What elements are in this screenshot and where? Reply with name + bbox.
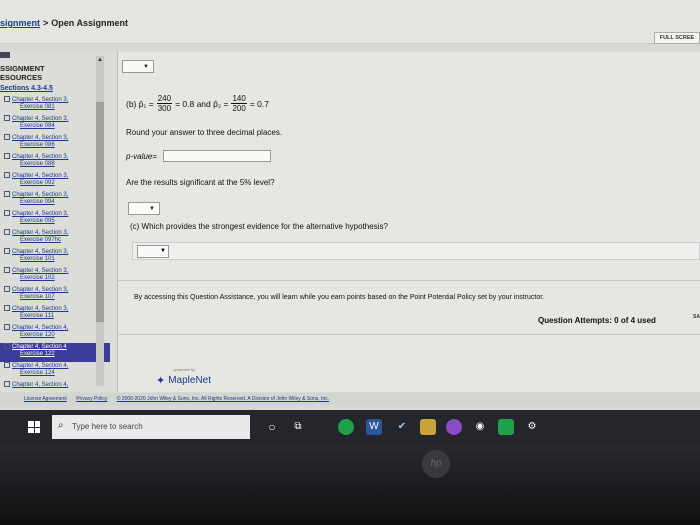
significance-question: Are the results significant at the 5% le…: [126, 178, 275, 187]
checkbox-icon: [4, 324, 10, 330]
privacy-policy-link[interactable]: Privacy Policy: [76, 396, 107, 402]
checkbox-icon: [4, 210, 10, 216]
significance-dropdown[interactable]: ▼: [128, 202, 160, 215]
sidebar-item[interactable]: Chapter 4, Section 3, Exercise 097hc: [0, 229, 110, 248]
license-agreement-link[interactable]: License Agreement: [24, 396, 67, 402]
checkbox-icon: [4, 381, 10, 387]
app-icon[interactable]: [446, 419, 462, 435]
checkbox-icon: [4, 115, 10, 121]
sidebar-item[interactable]: Chapter 4, Section 3, Exercise 086: [0, 134, 110, 153]
checkmark-app-icon[interactable]: ✔: [394, 419, 410, 435]
pvalue-label: p-value=: [126, 152, 157, 161]
chevron-down-icon: ▼: [160, 248, 166, 254]
laptop-bezel: [0, 445, 700, 525]
sidebar-item[interactable]: Chapter 4, Section 3, Exercise 095: [0, 210, 110, 229]
chevron-down-icon: ▼: [149, 206, 155, 212]
checkbox-icon: [4, 362, 10, 368]
groove-music-icon[interactable]: ◉: [472, 419, 488, 435]
breadcrumb-current: Open Assignment: [51, 18, 128, 28]
chevron-down-icon: ▼: [143, 64, 149, 70]
pvalue-input[interactable]: [163, 150, 271, 162]
sidebar-item[interactable]: Chapter 4, Section 3, Exercise 094: [0, 191, 110, 210]
hp-logo: hp: [422, 450, 450, 478]
checkbox-icon: [4, 134, 10, 140]
sidebar-item-active[interactable]: Chapter 4, Section 4 Exercise 122: [0, 343, 110, 362]
sidebar-exercise-list: Chapter 4, Section 3, Exercise 081 Chapte…: [0, 96, 110, 392]
settings-icon[interactable]: ⚙: [524, 419, 540, 435]
file-explorer-icon[interactable]: [420, 419, 436, 435]
sidebar-item[interactable]: Chapter 4, Section 3, Exercise 107: [0, 286, 110, 305]
round-instruction: Round your answer to three decimal place…: [126, 128, 283, 137]
part-a-dropdown[interactable]: ▼: [122, 60, 154, 73]
evidence-dropdown[interactable]: ▼: [132, 242, 700, 260]
save-button[interactable]: SA: [693, 314, 700, 320]
question-content: ▼ (b) p̂₁ = 240 300 = 0.8 and p̂₂ = 140 20…: [118, 52, 700, 392]
assignment-resources-sidebar: ≡ SSIGNMENT ESOURCES Sections 4.3-4.5 Ch…: [0, 52, 118, 392]
search-icon: ⌕: [58, 420, 64, 431]
search-placeholder: Type here to search: [72, 422, 143, 431]
sidebar-item[interactable]: Chapter 4, Section 3, Exercise 084: [0, 115, 110, 134]
windows-start-icon[interactable]: [28, 421, 40, 433]
breadcrumb: signment > Open Assignment: [0, 18, 128, 28]
sidebar-item[interactable]: Chapter 4, Section 3, Exercise 081: [0, 96, 110, 115]
proportion-formula: (b) p̂₁ = 240 300 = 0.8 and p̂₂ = 140 200 …: [126, 94, 269, 113]
checkbox-icon: [4, 248, 10, 254]
top-bar: signment > Open Assignment FULL SCREE: [0, 0, 700, 44]
sidebar-item[interactable]: Chapter 4, Section 3, Exercise 111: [0, 305, 110, 324]
copyright-text: © 2000-2020 John Wiley & Sons, Inc. All …: [116, 396, 330, 402]
sidebar-item[interactable]: Chapter 4, Section 3, Exercise 102: [0, 267, 110, 286]
sidebar-scroll-thumb[interactable]: [96, 102, 104, 322]
assistance-notice: By accessing this Question Assistance, y…: [134, 294, 545, 301]
checkbox-icon: [4, 229, 10, 235]
maple-leaf-icon: ✦: [156, 375, 166, 387]
sidebar-section-link[interactable]: Sections 4.3-4.5: [0, 85, 53, 92]
sidebar-item[interactable]: Chapter 4, Section 3, Exercise 092: [0, 172, 110, 191]
cortana-icon[interactable]: ○: [264, 419, 280, 435]
checkbox-icon: [4, 343, 10, 349]
checkbox-icon: [4, 153, 10, 159]
sidebar-item[interactable]: Chapter 4, Section 4,: [0, 381, 110, 392]
scroll-up-icon[interactable]: ▲: [96, 56, 104, 64]
sidebar-toggle-icon[interactable]: ≡: [0, 52, 10, 58]
checkbox-icon: [4, 191, 10, 197]
taskbar-search-box[interactable]: ⌕ Type here to search: [52, 415, 250, 439]
powered-by-label: powered by: [174, 367, 195, 372]
screen: signment>Open Assignment FULL SCREE ≡ SS…: [0, 0, 700, 445]
breadcrumb-assignment-link[interactable]: signment: [0, 18, 40, 28]
checkbox-icon: [4, 172, 10, 178]
sidebar-item[interactable]: Chapter 4, Section 3, Exercise 088: [0, 153, 110, 172]
spreadsheet-icon[interactable]: [498, 419, 514, 435]
checkbox-icon: [4, 305, 10, 311]
maplenet-logo: ✦ MapleNet: [156, 375, 212, 387]
sidebar-item[interactable]: Chapter 4, Section 3, Exercise 101: [0, 248, 110, 267]
footer: License Agreement Privacy Policy © 2000-…: [0, 393, 700, 405]
question-attempts: Question Attempts: 0 of 4 used: [538, 316, 656, 325]
divider: [118, 334, 700, 335]
task-view-icon[interactable]: ⧉: [290, 419, 306, 435]
part-c-question: (c) Which provides the strongest evidenc…: [130, 222, 388, 231]
checkbox-icon: [4, 96, 10, 102]
chrome-icon[interactable]: [338, 419, 354, 435]
fullscreen-button[interactable]: FULL SCREE: [654, 32, 700, 44]
sidebar-heading: SSIGNMENT ESOURCES: [0, 64, 45, 82]
checkbox-icon: [4, 286, 10, 292]
sidebar-item[interactable]: Chapter 4, Section 4, Exercise 120: [0, 324, 110, 343]
breadcrumb-separator: >: [43, 18, 49, 28]
checkbox-icon: [4, 267, 10, 273]
divider: [118, 280, 700, 281]
windows-taskbar: ⌕ Type here to search ○ ⧉ W ✔ ◉ ⚙: [0, 410, 700, 445]
sidebar-item[interactable]: Chapter 4, Section 4, Exercise 124: [0, 362, 110, 381]
word-icon[interactable]: W: [366, 419, 382, 435]
